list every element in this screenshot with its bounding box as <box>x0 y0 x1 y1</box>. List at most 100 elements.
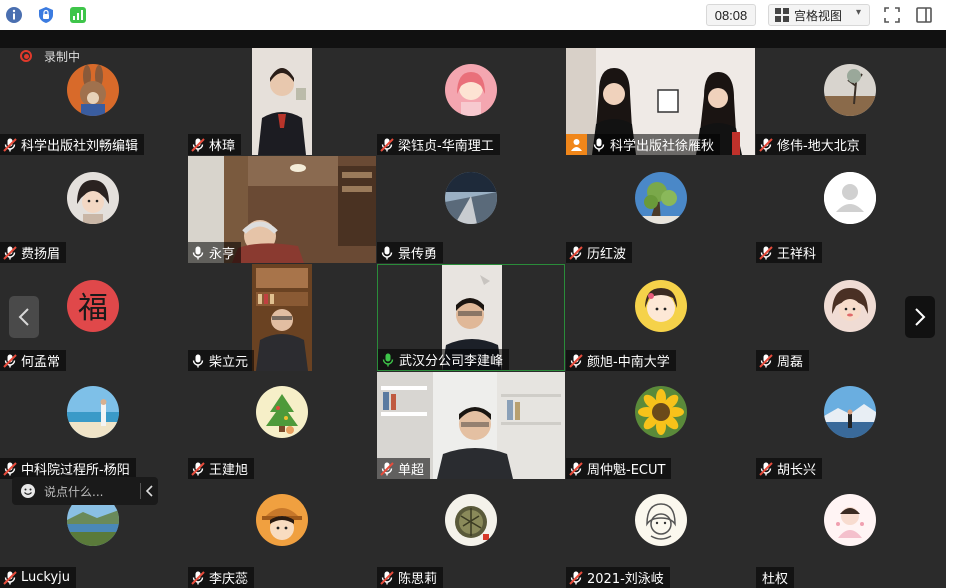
mic-muted-icon <box>759 353 773 368</box>
participant-tile[interactable]: 修伟-地大北京 <box>756 48 946 155</box>
participant-name: 科学出版社刘畅编辑 <box>21 139 139 154</box>
participant-tile[interactable]: 历红波 <box>566 156 755 263</box>
mic-muted-icon <box>759 137 773 152</box>
avatar <box>635 172 687 224</box>
avatar <box>635 386 687 438</box>
participant-name: 杜权 <box>762 572 789 587</box>
participant-namebar: 周仲魁-ECUT <box>566 458 672 479</box>
mic-muted-icon <box>3 461 17 476</box>
participant-name: 武汉分公司李建峰 <box>399 354 504 369</box>
mic-muted-icon <box>380 570 394 585</box>
view-mode-label: 宫格视图 <box>794 8 843 23</box>
participant-namebar: 梁钰贞-华南理工 <box>377 134 500 155</box>
participant-tile[interactable]: 永亨 <box>188 156 376 263</box>
participant-tile[interactable]: 中科院过程所-杨阳 <box>0 372 187 479</box>
participant-tile[interactable]: 2021-刘泳岐 <box>566 480 755 588</box>
participant-namebar: 科学出版社刘畅编辑 <box>0 134 145 155</box>
recording-indicator: 录制中 <box>20 48 80 64</box>
window-edge <box>946 30 960 588</box>
participant-name: 2021-刘泳岐 <box>587 572 664 587</box>
fu-character: 福 <box>78 291 108 326</box>
participant-tile[interactable]: 陈思莉 <box>377 480 565 588</box>
participant-namebar: 费扬眉 <box>0 242 67 263</box>
fullscreen-icon[interactable] <box>882 5 902 25</box>
mic-muted-icon <box>3 353 17 368</box>
video-feed <box>252 264 312 371</box>
mic-muted-icon <box>3 137 17 152</box>
mic-icon <box>381 245 393 260</box>
participant-name: 单超 <box>398 463 425 478</box>
participant-namebar: 胡长兴 <box>756 458 823 479</box>
mic-muted-icon <box>569 245 583 260</box>
divider <box>140 483 141 499</box>
participant-namebar: 修伟-地大北京 <box>756 134 866 155</box>
participant-namebar: 陈思莉 <box>377 567 444 588</box>
avatar <box>256 494 308 546</box>
grid-icon <box>775 8 789 22</box>
participant-tile[interactable]: 柴立元 <box>188 264 376 371</box>
participant-tile-active-speaker[interactable]: 武汉分公司李建峰 <box>377 264 565 371</box>
mic-muted-icon <box>3 245 17 260</box>
participant-tile[interactable]: 景传勇 <box>377 156 565 263</box>
participant-namebar: 历红波 <box>566 242 633 263</box>
participant-tile[interactable]: 林璋 <box>188 48 376 155</box>
participant-tile[interactable]: 胡长兴 <box>756 372 946 479</box>
avatar <box>445 172 497 224</box>
header-strip <box>0 30 946 48</box>
participant-tile[interactable]: 科学出版社刘畅编辑 <box>0 48 187 155</box>
participant-namebar: 李庆蕊 <box>188 567 255 588</box>
participant-namebar: 中科院过程所-杨阳 <box>0 458 136 479</box>
record-icon <box>20 50 32 62</box>
avatar <box>824 494 876 546</box>
mic-muted-icon <box>3 570 17 585</box>
participant-namebar: 杜权 <box>756 567 795 588</box>
participant-name: 周磊 <box>777 355 804 370</box>
participant-namebar: 武汉分公司李建峰 <box>378 349 510 370</box>
participant-tile[interactable]: 费扬眉 <box>0 156 187 263</box>
shield-icon[interactable] <box>36 5 56 25</box>
participant-namebar: 景传勇 <box>377 242 444 263</box>
chat-input-placeholder[interactable]: 说点什么... <box>44 483 103 500</box>
next-page-button[interactable] <box>905 296 935 338</box>
mic-muted-icon <box>191 570 205 585</box>
participant-name: 柴立元 <box>209 355 249 370</box>
participant-tile[interactable]: 科学出版社徐雁秋 <box>566 48 755 155</box>
participant-tile[interactable]: 颜旭-中南大学 <box>566 264 755 371</box>
view-mode-dropdown[interactable]: 宫格视图 ▾ <box>768 4 870 26</box>
participant-namebar: 2021-刘泳岐 <box>566 567 670 588</box>
participant-name: 周仲魁-ECUT <box>587 463 666 478</box>
mic-muted-icon <box>759 245 773 260</box>
participant-name: 何孟常 <box>21 355 61 370</box>
info-icon[interactable] <box>4 5 24 25</box>
mic-muted-icon <box>191 461 205 476</box>
avatar <box>635 280 687 332</box>
participant-namebar: 科学出版社徐雁秋 <box>566 134 721 155</box>
recording-label: 录制中 <box>44 49 81 64</box>
participant-tile[interactable]: 单超 <box>377 372 565 479</box>
participant-tile[interactable]: 王祥科 <box>756 156 946 263</box>
participant-tile[interactable]: 李庆蕊 <box>188 480 376 588</box>
participant-namebar: 颜旭-中南大学 <box>566 350 676 371</box>
participant-name: 景传勇 <box>398 247 438 262</box>
mic-muted-icon <box>569 353 583 368</box>
emoji-icon[interactable] <box>20 483 36 499</box>
participant-name: 费扬眉 <box>21 247 61 262</box>
participant-name: 王建旭 <box>209 463 249 478</box>
participant-tile[interactable]: 杜权 <box>756 480 946 588</box>
avatar <box>824 64 876 116</box>
participant-name: 修伟-地大北京 <box>777 139 860 154</box>
participant-name: 历红波 <box>587 247 627 262</box>
chat-input-bar[interactable]: 说点什么... <box>12 477 158 505</box>
signal-icon[interactable] <box>68 5 88 25</box>
avatar <box>67 64 119 116</box>
sidebar-toggle-icon[interactable] <box>914 5 934 25</box>
chevron-down-icon: ▾ <box>855 7 861 18</box>
prev-page-button[interactable] <box>9 296 39 338</box>
mic-muted-icon <box>569 570 583 585</box>
participant-namebar: 王建旭 <box>188 458 255 479</box>
chevron-left-icon[interactable] <box>146 485 154 497</box>
user-icon <box>566 134 587 155</box>
participant-tile[interactable]: 周仲魁-ECUT <box>566 372 755 479</box>
participant-tile[interactable]: 梁钰贞-华南理工 <box>377 48 565 155</box>
participant-tile[interactable]: 王建旭 <box>188 372 376 479</box>
